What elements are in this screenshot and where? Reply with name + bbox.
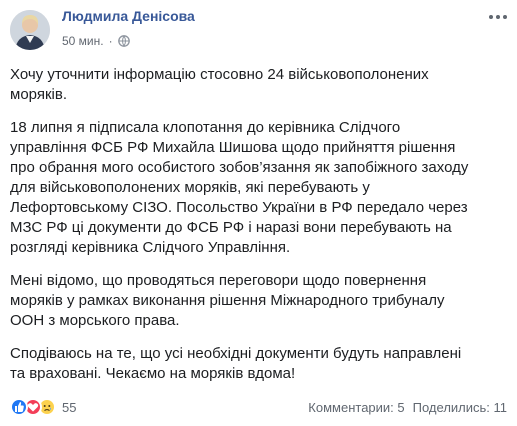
avatar[interactable] [10, 10, 50, 50]
post-paragraph: Хочу уточнити інформацію стосовно 24 вій… [10, 66, 429, 103]
post-author[interactable]: Людмила Денісова [62, 8, 195, 24]
globe-icon[interactable] [117, 35, 130, 47]
avatar-photo [10, 10, 50, 50]
post-paragraph: Мені відомо, що проводяться переговори щ… [10, 272, 445, 329]
shares-count-link[interactable]: Поделились: 11 [413, 400, 507, 415]
more-horizontal-icon [503, 15, 507, 19]
reaction-count[interactable]: 55 [62, 400, 76, 415]
facebook-post: Людмила Денісова 50 мин. · Хочу уточнити… [0, 0, 517, 426]
engagement-counts: Комментарии: 5 Поделились: 11 [308, 400, 507, 415]
more-horizontal-icon [496, 15, 500, 19]
post-paragraph: 18 липня я підписала клопотання до керів… [10, 119, 469, 256]
like-icon [10, 398, 28, 416]
more-horizontal-icon [489, 15, 493, 19]
post-paragraph: Сподіваюсь на те, що усі необхідні докум… [10, 345, 462, 382]
meta-separator: · [108, 34, 113, 48]
post-timestamp[interactable]: 50 мин. [62, 34, 104, 48]
more-options-button[interactable] [489, 12, 507, 22]
reactions-summary[interactable]: 55 [10, 398, 76, 416]
post-meta: 50 мин. · [62, 34, 130, 48]
post-body: Хочу уточнити інформацію стосовно 24 вій… [10, 65, 480, 397]
post-footer: 55 Комментарии: 5 Поделились: 11 [10, 396, 507, 418]
comments-count-link[interactable]: Комментарии: 5 [308, 400, 404, 415]
